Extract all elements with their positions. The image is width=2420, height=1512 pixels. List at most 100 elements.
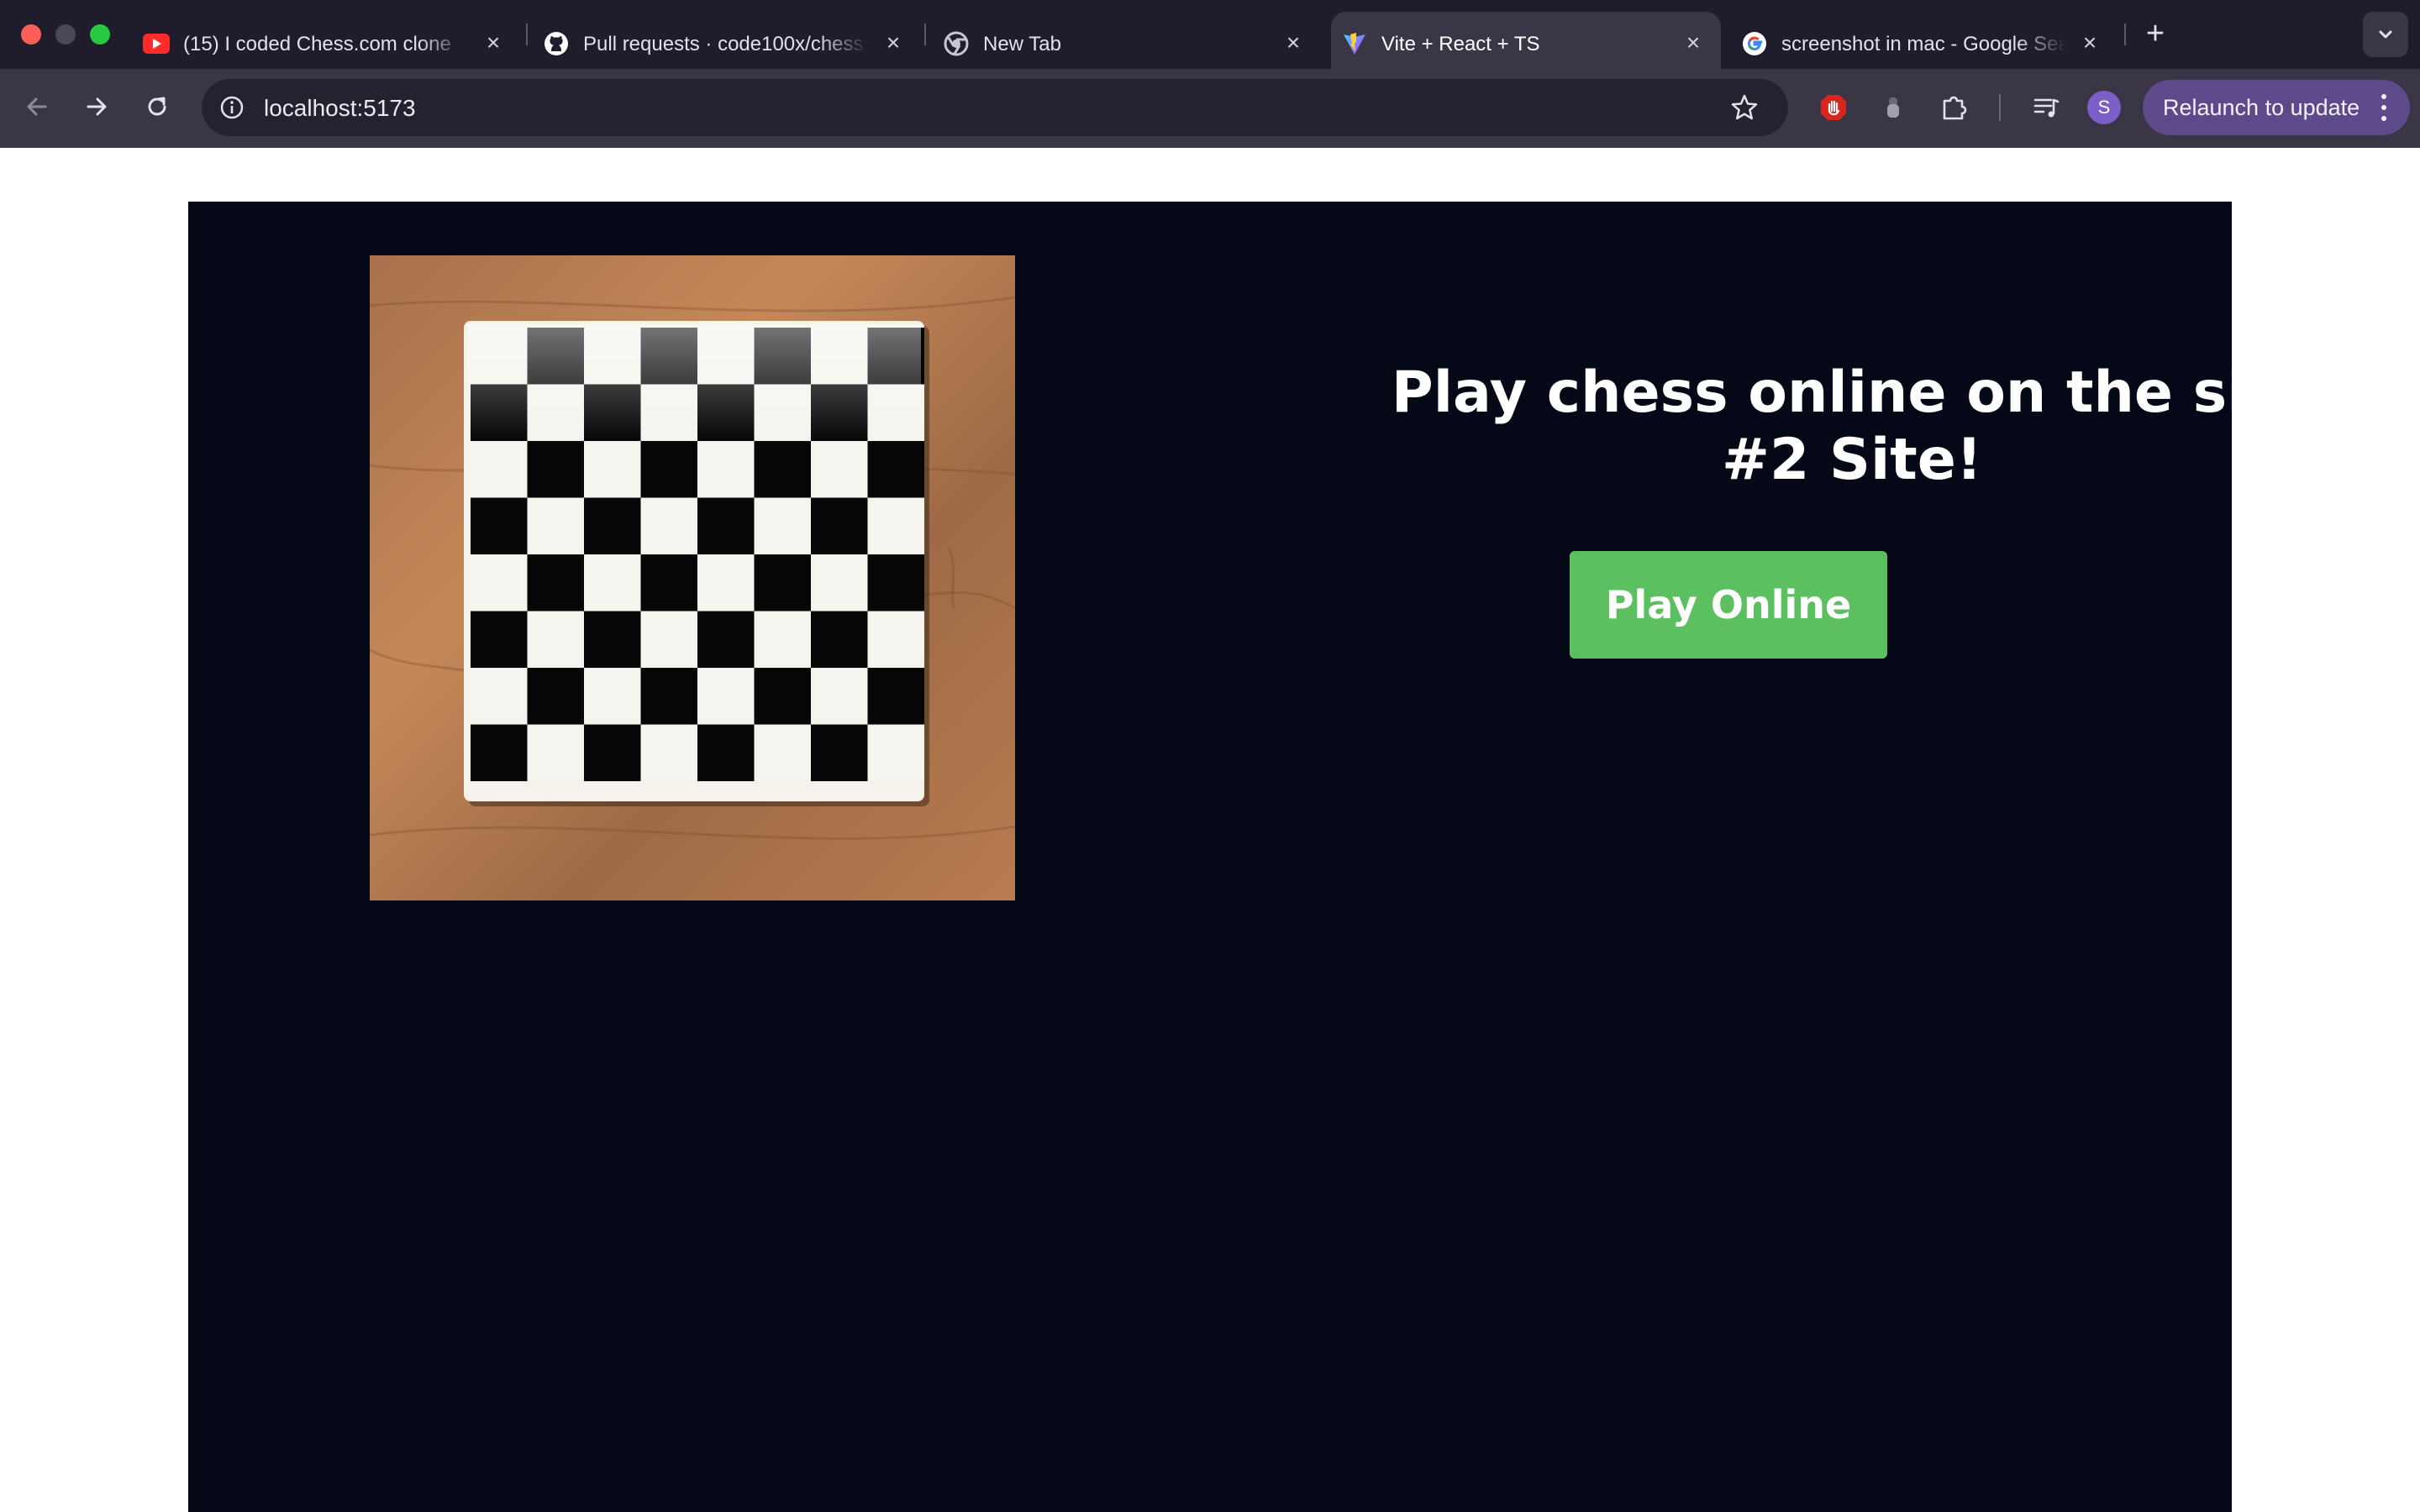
bookmark-star-icon[interactable] — [1729, 92, 1760, 123]
light-square — [754, 724, 811, 781]
light-square — [811, 668, 868, 725]
dark-square — [811, 497, 868, 554]
dark-square — [584, 497, 641, 554]
tab-title: screenshot in mac - Google Search — [1781, 33, 2067, 55]
reload-button[interactable] — [139, 88, 176, 125]
close-icon[interactable]: × — [481, 30, 506, 55]
tab-title: Pull requests · code100x/chess — [583, 33, 864, 55]
back-button[interactable] — [18, 88, 55, 125]
light-square — [584, 668, 641, 725]
dark-square — [811, 724, 868, 781]
dark-square — [471, 497, 528, 554]
vite-icon — [1341, 32, 1368, 55]
browser-toolbar: localhost:5173 S Relaunch to update — [0, 69, 2420, 148]
kebab-menu-icon[interactable] — [2371, 91, 2396, 124]
tab-title: New Tab — [983, 33, 1061, 55]
youtube-icon — [143, 32, 170, 55]
dark-square — [471, 724, 528, 781]
close-icon[interactable]: × — [1281, 30, 1306, 55]
window-minimize-button[interactable] — [55, 24, 76, 45]
extension-adblock-icon[interactable] — [1817, 91, 1850, 124]
light-square — [527, 724, 584, 781]
light-square — [754, 497, 811, 554]
new-tab-button[interactable]: + — [2139, 17, 2172, 50]
dark-square — [867, 668, 924, 725]
window-close-button[interactable] — [21, 24, 41, 45]
dark-square — [754, 441, 811, 498]
light-square — [811, 441, 868, 498]
tab-youtube[interactable]: (15) I coded Chess.com clone × — [133, 12, 524, 69]
relaunch-label: Relaunch to update — [2163, 95, 2360, 120]
chrome-icon — [943, 31, 970, 56]
url-text[interactable]: localhost:5173 — [264, 95, 416, 122]
light-square — [867, 611, 924, 668]
tab-strip: (15) I coded Chess.com clone × Pull requ… — [0, 0, 2420, 69]
dark-square — [640, 441, 697, 498]
dark-square — [584, 724, 641, 781]
light-square — [697, 554, 755, 612]
dark-square — [471, 611, 528, 668]
github-icon — [543, 32, 570, 55]
dark-square — [754, 554, 811, 612]
light-square — [754, 611, 811, 668]
tab-vite[interactable]: Vite + React + TS × — [1331, 12, 1721, 69]
dark-square — [640, 668, 697, 725]
hero-section: Play chess online on the site #2 Site! — [1272, 360, 2420, 494]
close-icon[interactable]: × — [881, 30, 906, 55]
light-square — [584, 441, 641, 498]
chessboard-image — [370, 255, 1015, 900]
extension-generic-icon[interactable] — [1876, 91, 1910, 124]
tab-new-tab[interactable]: New Tab × — [933, 12, 1324, 69]
reload-icon — [148, 97, 166, 116]
tab-separator — [526, 24, 528, 45]
dark-square — [527, 668, 584, 725]
tab-github[interactable]: Pull requests · code100x/chess × — [533, 12, 924, 69]
dark-square — [584, 611, 641, 668]
tab-title: (15) I coded Chess.com clone — [183, 33, 451, 55]
light-square — [811, 554, 868, 612]
relaunch-button[interactable]: Relaunch to update — [2143, 80, 2410, 135]
tab-search-button[interactable] — [2363, 12, 2408, 57]
tab-google[interactable]: screenshot in mac - Google Search × — [1731, 12, 2123, 69]
play-online-button[interactable]: Play Online — [1570, 551, 1887, 659]
tab-title: Vite + React + TS — [1381, 33, 1540, 55]
light-square — [527, 611, 584, 668]
forward-button[interactable] — [78, 88, 115, 125]
page-viewport: Play chess online on the site #2 Site! P… — [0, 148, 2420, 1512]
light-square — [867, 724, 924, 781]
dark-square — [754, 668, 811, 725]
light-square — [584, 554, 641, 612]
chevron-down-icon — [2379, 30, 2392, 39]
extensions-puzzle-icon[interactable] — [1938, 91, 1971, 124]
tab-separator — [924, 24, 926, 45]
arrow-right-icon — [87, 97, 107, 116]
light-square — [471, 441, 528, 498]
light-square — [471, 668, 528, 725]
info-icon[interactable] — [218, 94, 245, 121]
dark-square — [640, 554, 697, 612]
light-square — [527, 497, 584, 554]
light-square — [867, 497, 924, 554]
dark-square — [697, 724, 755, 781]
close-icon[interactable]: × — [1681, 30, 1706, 55]
dark-square — [527, 441, 584, 498]
address-bar[interactable]: localhost:5173 — [202, 79, 1788, 136]
toolbar-divider — [1999, 94, 2001, 121]
profile-avatar[interactable]: S — [2087, 91, 2121, 124]
window-maximize-button[interactable] — [90, 24, 110, 45]
media-control-icon[interactable] — [2029, 91, 2063, 124]
dark-square — [697, 497, 755, 554]
dark-square — [867, 441, 924, 498]
close-icon[interactable]: × — [2077, 30, 2102, 55]
light-square — [697, 668, 755, 725]
dark-square — [527, 554, 584, 612]
light-square — [640, 611, 697, 668]
light-square — [640, 724, 697, 781]
light-square — [640, 497, 697, 554]
arrow-left-icon — [27, 97, 47, 116]
page-title: Play chess online on the site #2 Site! — [1391, 360, 2313, 493]
google-icon — [1741, 32, 1768, 55]
light-square — [471, 554, 528, 612]
dark-square — [697, 611, 755, 668]
tab-separator — [2124, 24, 2126, 45]
